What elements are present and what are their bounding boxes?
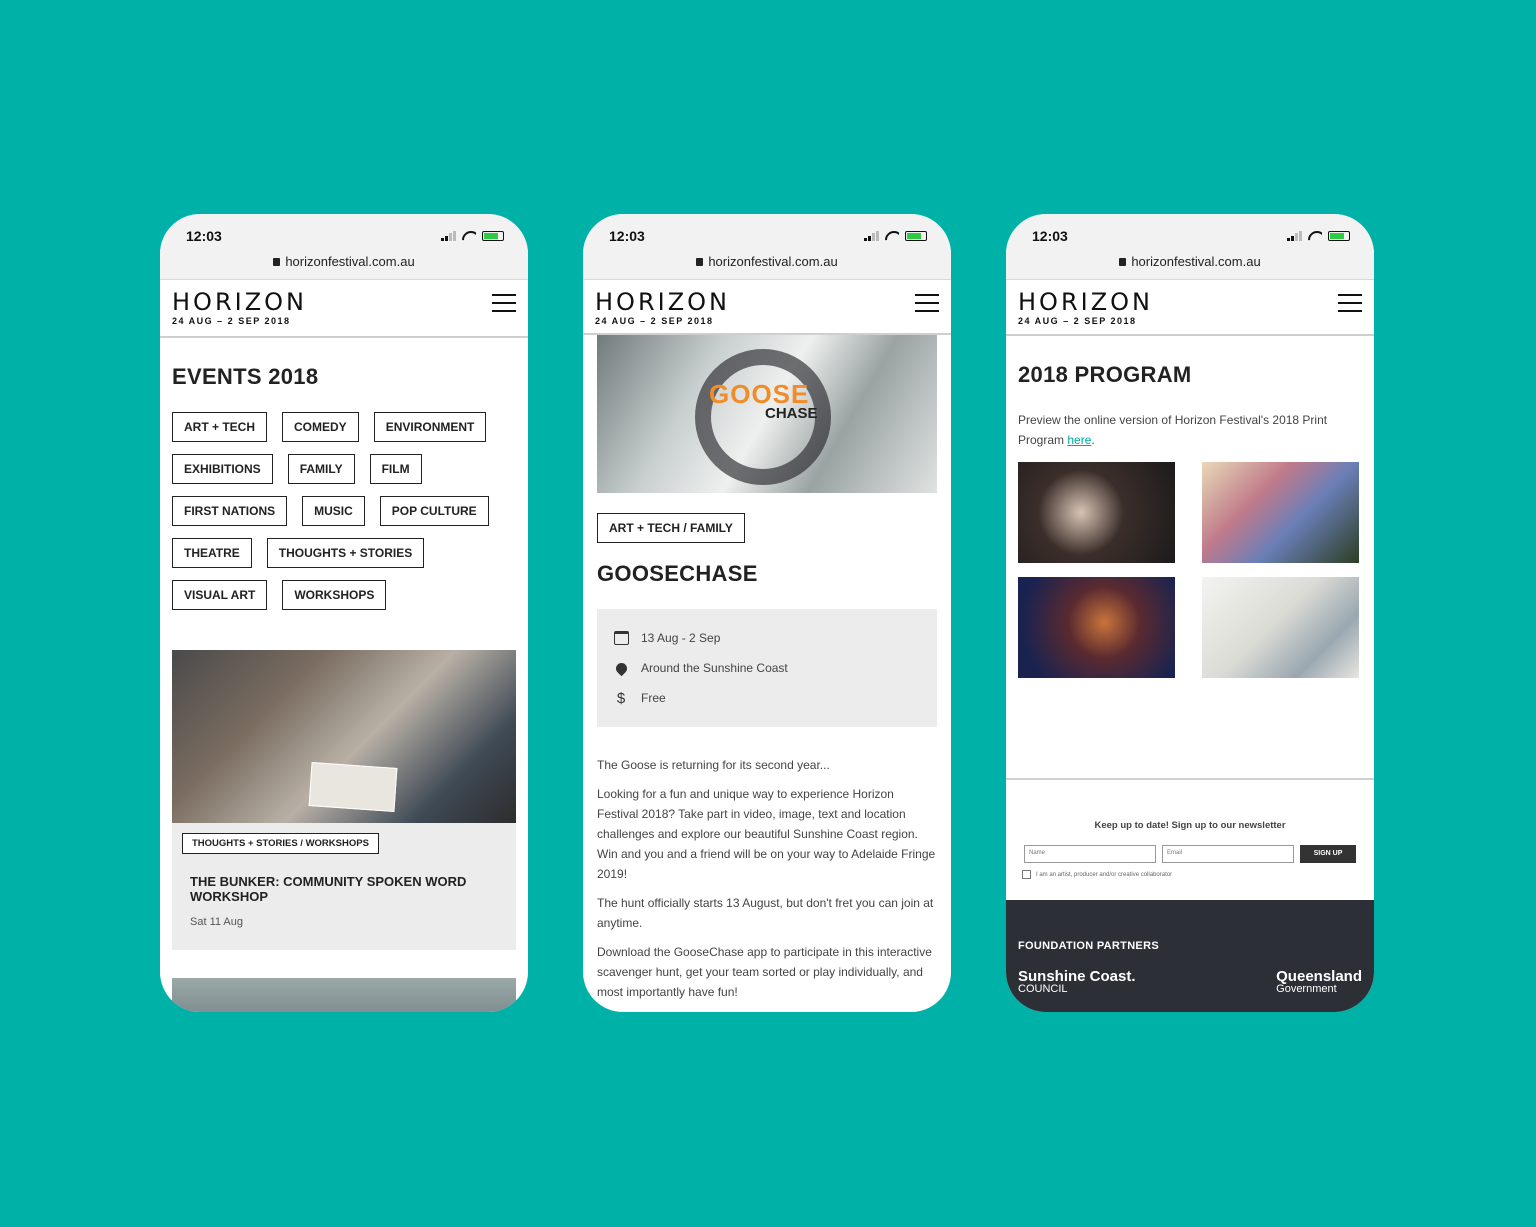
tag-comedy[interactable]: COMEDY — [282, 412, 359, 442]
system-icons — [1287, 231, 1350, 241]
program-image-grid — [1018, 462, 1362, 678]
status-bar: 12:03 horizonfestival.com.au — [160, 214, 528, 280]
wifi-icon — [462, 231, 476, 241]
event-card[interactable]: THOUGHTS + STORIES / WORKSHOPS THE BUNKE… — [172, 650, 516, 950]
dollar-icon: $ — [616, 689, 626, 707]
category-filter-list: ART + TECH COMEDY ENVIRONMENT EXHIBITION… — [172, 412, 516, 610]
hamburger-menu-icon[interactable] — [492, 294, 516, 312]
lock-icon — [273, 258, 281, 266]
tag-art-tech[interactable]: ART + TECH — [172, 412, 268, 442]
program-image[interactable] — [1202, 577, 1359, 678]
tag-pop-culture[interactable]: POP CULTURE — [379, 496, 489, 526]
partners-footer: FOUNDATION PARTNERS Sunshine Coast. COUNC… — [1006, 900, 1374, 1012]
newsletter-signup: Keep up to date! Sign up to our newslett… — [1006, 778, 1374, 879]
address-bar[interactable]: horizonfestival.com.au — [583, 254, 951, 269]
horizon-logo[interactable]: HORIZON 24 AUG – 2 SEP 2018 — [172, 290, 307, 326]
program-image[interactable] — [1202, 462, 1359, 563]
status-time: 12:03 — [186, 228, 222, 244]
hamburger-menu-icon[interactable] — [1338, 294, 1362, 312]
site-header: HORIZON 24 AUG – 2 SEP 2018 — [160, 280, 528, 338]
system-icons — [441, 231, 504, 241]
program-image[interactable] — [1018, 577, 1175, 678]
lock-icon — [1119, 258, 1127, 266]
program-link[interactable]: here — [1067, 433, 1091, 447]
wifi-icon — [885, 231, 899, 241]
system-icons — [864, 231, 927, 241]
horizon-logo[interactable]: HORIZON 24 AUG – 2 SEP 2018 — [595, 290, 730, 326]
event-category-tag[interactable]: THOUGHTS + STORIES / WORKSHOPS — [182, 833, 379, 854]
sign-up-button[interactable]: SIGN UP — [1300, 845, 1356, 863]
tag-workshops[interactable]: WORKSHOPS — [282, 580, 387, 610]
program-image[interactable] — [1018, 462, 1175, 563]
phone-event-detail: 12:03 horizonfestival.com.au HORIZON 24 … — [583, 214, 951, 1012]
tag-theatre[interactable]: THEATRE — [172, 538, 252, 568]
status-time: 12:03 — [609, 228, 645, 244]
lock-icon — [696, 258, 704, 266]
sunshine-coast-logo[interactable]: Sunshine Coast. COUNCIL — [1018, 969, 1136, 996]
signal-icon — [441, 231, 456, 241]
event-image — [172, 650, 516, 823]
site-header: HORIZON 24 AUG – 2 SEP 2018 — [1006, 280, 1374, 336]
phone-events: 12:03 horizonfestival.com.au HORIZON 24 … — [160, 214, 528, 1012]
event-card-next[interactable] — [172, 978, 516, 1012]
tag-visual-art[interactable]: VISUAL ART — [172, 580, 268, 610]
email-input[interactable]: Email — [1162, 845, 1294, 863]
horizon-logo[interactable]: HORIZON 24 AUG – 2 SEP 2018 — [1018, 290, 1153, 326]
event-title: GOOSECHASE — [597, 561, 758, 586]
status-bar: 12:03 horizonfestival.com.au — [583, 214, 951, 280]
status-time: 12:03 — [1032, 228, 1068, 244]
tag-music[interactable]: MUSIC — [302, 496, 365, 526]
event-title[interactable]: THE BUNKER: COMMUNITY SPOKEN WORD WORKSH… — [190, 874, 498, 904]
battery-icon — [1328, 231, 1350, 241]
status-bar: 12:03 horizonfestival.com.au — [1006, 214, 1374, 280]
page-title: EVENTS 2018 — [172, 364, 319, 389]
tag-thoughts-stories[interactable]: THOUGHTS + STORIES — [266, 538, 425, 568]
site-header: HORIZON 24 AUG – 2 SEP 2018 — [583, 280, 951, 335]
event-date: Sat 11 Aug — [190, 916, 244, 928]
tag-environment[interactable]: ENVIRONMENT — [373, 412, 487, 442]
partners-title: FOUNDATION PARTNERS — [1018, 940, 1159, 952]
event-location-row: Around the Sunshine Coast — [613, 653, 921, 683]
calendar-icon — [613, 630, 629, 646]
signal-icon — [1287, 231, 1302, 241]
wifi-icon — [1308, 231, 1322, 241]
tag-exhibitions[interactable]: EXHIBITIONS — [172, 454, 273, 484]
program-description: Preview the online version of Horizon Fe… — [1018, 413, 1328, 447]
event-price-row: $ Free — [613, 683, 921, 713]
hamburger-menu-icon[interactable] — [915, 294, 939, 312]
queensland-government-logo[interactable]: Queensland Government — [1276, 969, 1362, 996]
artist-checkbox[interactable] — [1022, 870, 1031, 879]
event-info-box: 13 Aug - 2 Sep Around the Sunshine Coast… — [597, 609, 937, 727]
address-bar[interactable]: horizonfestival.com.au — [160, 254, 528, 269]
phone-program: 12:03 horizonfestival.com.au HORIZON 24 … — [1006, 214, 1374, 1012]
event-date-row: 13 Aug - 2 Sep — [613, 623, 921, 653]
battery-icon — [482, 231, 504, 241]
event-description: The Goose is returning for its second ye… — [597, 758, 936, 999]
newsletter-title: Keep up to date! Sign up to our newslett… — [1094, 820, 1286, 831]
name-input[interactable]: Name — [1024, 845, 1156, 863]
map-pin-icon — [613, 660, 629, 676]
address-bar[interactable]: horizonfestival.com.au — [1006, 254, 1374, 269]
tag-family[interactable]: FAMILY — [287, 454, 355, 484]
tag-film[interactable]: FILM — [369, 454, 422, 484]
battery-icon — [905, 231, 927, 241]
event-category-tag[interactable]: ART + TECH / FAMILY — [597, 513, 745, 543]
page-title: 2018 PROGRAM — [1018, 362, 1192, 387]
tag-first-nations[interactable]: FIRST NATIONS — [172, 496, 288, 526]
event-hero-image: GOOSE CHASE — [597, 335, 937, 493]
artist-checkbox-row: I am an artist, producer and/or creative… — [1006, 870, 1374, 879]
signal-icon — [864, 231, 879, 241]
